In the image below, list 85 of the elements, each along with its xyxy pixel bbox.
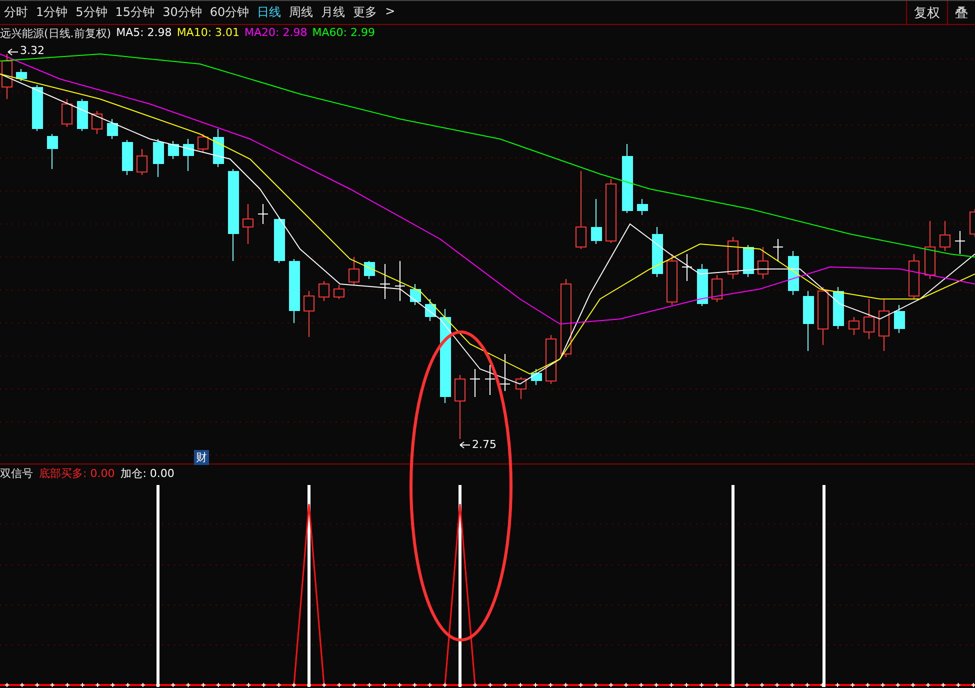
candlestick: [531, 368, 542, 386]
period-tab[interactable]: 更多: [353, 4, 378, 21]
period-tab[interactable]: 分时: [4, 4, 28, 21]
period-tab[interactable]: 周线: [289, 4, 314, 21]
candlestick: [622, 144, 633, 214]
candlestick: [878, 298, 890, 352]
candlestick: [32, 84, 43, 132]
indicator-title: 双信号: [0, 466, 33, 481]
candlestick: [242, 204, 254, 244]
low-leader-line: [460, 442, 470, 448]
candlestick: [908, 254, 920, 300]
candlestick: [546, 334, 556, 384]
candlestick: [516, 376, 526, 400]
candlestick: [168, 140, 179, 160]
chart-title: 远兴能源(日线.前复权): [0, 26, 112, 41]
candlestick: [803, 290, 814, 352]
candlestick: [304, 290, 314, 338]
ma-legend-item: MA5: 2.98: [116, 26, 172, 41]
low-price-label: 2.75: [472, 438, 496, 451]
candlestick: [500, 354, 510, 392]
finance-badge[interactable]: 财: [194, 450, 209, 465]
period-tab[interactable]: 日线: [257, 4, 282, 21]
toolbar-button[interactable]: 复权: [906, 1, 947, 24]
candlestick: [153, 138, 164, 178]
period-tab[interactable]: 月线: [321, 4, 346, 21]
ma-legend-item: MA20: 2.98: [244, 26, 308, 41]
candlestick: [591, 198, 602, 244]
candlestick: [924, 220, 936, 280]
candlestick: [772, 238, 784, 262]
ma-legend-item: MA10: 3.01: [176, 26, 240, 41]
candlestick: [848, 316, 860, 336]
candlestick: [47, 134, 58, 170]
candlestick: [864, 298, 874, 340]
candlestick: [62, 98, 72, 128]
candlestick: [258, 204, 268, 224]
candlestick: [652, 226, 663, 278]
candlestick: [380, 264, 390, 300]
period-tab[interactable]: 15分钟: [115, 4, 155, 21]
candlestick: [470, 368, 480, 398]
high-leader-line: [8, 48, 18, 56]
candlestick: [940, 220, 950, 252]
candlestick: [274, 216, 285, 264]
candlestick: [833, 286, 844, 330]
candlestick: [198, 134, 208, 152]
candlestick: [394, 260, 406, 302]
toolbar-button[interactable]: 叠: [947, 1, 975, 24]
period-tab[interactable]: 60分钟: [210, 4, 250, 21]
candlestick: [107, 118, 118, 140]
candlestick: [425, 298, 436, 322]
candlestick: [364, 260, 375, 280]
candlestick: [728, 236, 738, 280]
candlestick: [318, 280, 330, 302]
indicator-legend-item: 底部买多: 0.00: [39, 466, 115, 481]
candlestick: [637, 198, 648, 216]
candlestick: [77, 98, 88, 132]
candlestick: [16, 68, 27, 82]
candlestick: [818, 286, 828, 346]
candlestick: [788, 250, 799, 296]
period-tab[interactable]: 1分钟: [36, 4, 68, 21]
ma-legend-item: MA60: 2.99: [312, 26, 375, 41]
candlestick: [136, 148, 148, 176]
candlestick: [183, 138, 194, 172]
candlestick: [666, 254, 678, 306]
candlestick: [606, 178, 616, 244]
candlestick: [954, 230, 966, 254]
candlestick: [712, 274, 722, 302]
high-price-label: 3.32: [20, 44, 44, 57]
candlestick: [348, 256, 360, 286]
candlestick: [92, 110, 102, 134]
candlestick: [454, 374, 466, 440]
indicator-legend-item: 加仓: 0.00: [120, 466, 174, 481]
candlestick: [289, 258, 300, 324]
candlestick: [484, 364, 496, 396]
candlestick: [743, 244, 754, 278]
candlestick: [697, 264, 708, 306]
candlestick: [213, 128, 224, 168]
period-tab[interactable]: 30分钟: [162, 4, 202, 21]
candlestick: [122, 140, 133, 176]
candlestick: [758, 246, 768, 280]
candlestick: [334, 284, 344, 300]
candlestick: [682, 254, 692, 282]
candlestick: [894, 304, 905, 334]
period-tab[interactable]: 5分钟: [76, 4, 108, 21]
more-chevron[interactable]: >: [385, 4, 396, 21]
candlestick: [410, 284, 421, 306]
